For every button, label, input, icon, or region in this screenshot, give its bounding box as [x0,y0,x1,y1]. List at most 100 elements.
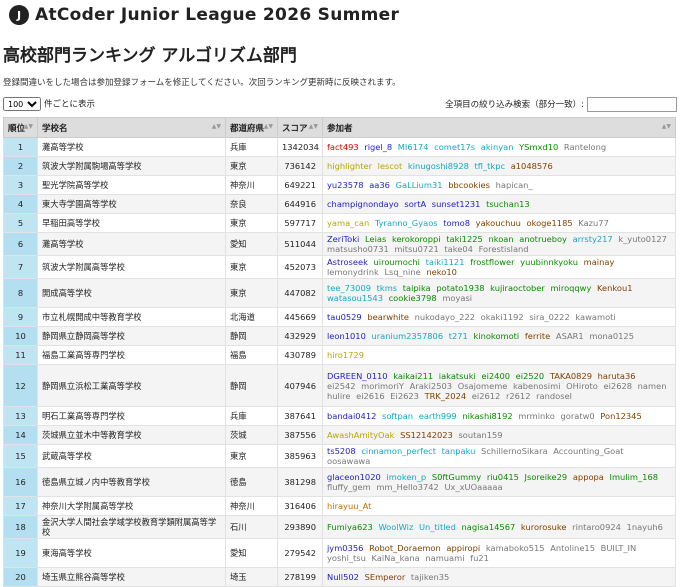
member-link[interactable]: WoolWiz [378,522,413,532]
member-link[interactable]: taipika [403,283,431,293]
member-link[interactable]: Jsoreike29 [525,472,568,482]
column-header-prefecture[interactable]: 都道府県 ▲▼ [225,117,278,138]
member-link[interactable]: a1048576 [511,161,553,171]
member-link[interactable]: fluffy_gem [327,482,371,492]
member-link[interactable]: goratw0 [561,411,595,421]
member-link[interactable]: Accounting_Goat [553,446,623,456]
member-link[interactable]: rintaro0924 [572,522,621,532]
member-link[interactable]: nukodayo_222 [415,312,475,322]
member-link[interactable]: S0ftGummy [432,472,481,482]
member-link[interactable]: Forestisland [479,244,529,254]
member-link[interactable]: leon1010 [327,331,366,341]
member-link[interactable]: KaiNa_kana [372,553,420,563]
member-link[interactable]: softpan [382,411,413,421]
site-logo-icon[interactable]: J [9,5,29,25]
member-link[interactable]: kabenosimi [513,381,560,391]
member-link[interactable]: mainay [584,257,615,267]
member-link[interactable]: AwashAmityOak [327,430,394,440]
member-link[interactable]: lemonydrink [327,267,379,277]
member-link[interactable]: matsusho0731 [327,244,389,254]
member-link[interactable]: yu23578 [327,180,364,190]
member-link[interactable]: mm_Hello3742 [376,482,438,492]
member-link[interactable]: kamaboko515 [486,543,545,553]
member-link[interactable]: yoshi_tsu [327,553,366,563]
column-header-members[interactable]: 参加者 ▲▼ [322,117,676,138]
member-link[interactable]: Rantelong [564,142,606,152]
member-link[interactable]: take04 [444,244,473,254]
member-link[interactable]: Ei2623 [390,391,419,401]
member-link[interactable]: sortA [404,199,426,209]
member-link[interactable]: uranium2357806 [372,331,444,341]
member-link[interactable]: kinugoshi8928 [408,161,469,171]
member-link[interactable]: YSmxd10 [519,142,558,152]
member-link[interactable]: SEmperor [365,572,406,582]
member-link[interactable]: kurorosuke [521,522,567,532]
member-link[interactable]: akinyan [481,142,514,152]
member-link[interactable]: uiroumochi [374,257,420,267]
member-link[interactable]: Fumiya623 [327,522,373,532]
member-link[interactable]: haruta36 [598,371,636,381]
member-link[interactable]: Astroseek [327,257,368,267]
member-link[interactable]: nikashi8192 [462,411,512,421]
member-link[interactable]: r2612 [506,391,531,401]
member-link[interactable]: appiropi [446,543,480,553]
member-link[interactable]: aa36 [369,180,390,190]
member-link[interactable]: anotrueboy [519,234,567,244]
member-link[interactable]: yuubinnkyoku [520,257,578,267]
member-link[interactable]: 1nayuh6 [627,522,663,532]
member-link[interactable]: Robot_Doraemon [369,543,441,553]
member-link[interactable]: sira_0222 [529,312,569,322]
member-link[interactable]: ASAR1 [556,331,584,341]
column-header-school[interactable]: 学校名 ▲▼ [37,117,226,138]
member-link[interactable]: tee_73009 [327,283,371,293]
member-link[interactable]: kawamoti [575,312,615,322]
member-link[interactable]: tsuchan13 [486,199,530,209]
member-link[interactable]: TAKA0829 [550,371,592,381]
member-link[interactable]: ei2400 [481,371,510,381]
member-link[interactable]: oosawawa [327,456,370,466]
member-link[interactable]: ei2612 [472,391,501,401]
member-link[interactable]: taiki1121 [426,257,465,267]
member-link[interactable]: champignondayo [327,199,399,209]
search-input[interactable] [587,96,677,112]
member-link[interactable]: Ux_xUOaaaaa [444,482,502,492]
member-link[interactable]: k_yuto0127 [618,234,667,244]
member-link[interactable]: cookie3798 [389,293,437,303]
member-link[interactable]: yakouchuu [476,218,521,228]
member-link[interactable]: Osajomeme [458,381,508,391]
member-link[interactable]: lescot [378,161,403,171]
member-link[interactable]: glaceon1020 [327,472,381,482]
member-link[interactable]: Un_titled [419,522,456,532]
member-link[interactable]: arrsty217 [573,234,613,244]
member-link[interactable]: kinokomoti [473,331,519,341]
member-link[interactable]: neko10 [426,267,457,277]
member-link[interactable]: miroqqwy [550,283,591,293]
member-link[interactable]: Null502 [327,572,359,582]
member-link[interactable]: kaikai211 [393,371,433,381]
column-header-rank[interactable]: 順位 ▲▼ [3,117,38,138]
member-link[interactable]: ei2616 [356,391,385,401]
member-link[interactable]: hirayuu_At [327,501,371,511]
member-link[interactable]: tau0529 [327,312,362,322]
member-link[interactable]: Tyranno_Gyaos [375,218,438,228]
member-link[interactable]: SchillernoSikara [481,446,548,456]
member-link[interactable]: Kazu77 [578,218,609,228]
member-link[interactable]: Kenkou1 [597,283,633,293]
member-link[interactable]: mitsu0721 [394,244,438,254]
member-link[interactable]: hiro1729 [327,350,364,360]
member-link[interactable]: kerokoroppi [392,234,441,244]
member-link[interactable]: Antoline15 [550,543,595,553]
member-link[interactable]: nkoan [488,234,513,244]
member-link[interactable]: potato1938 [436,283,484,293]
member-link[interactable]: nagisa14567 [462,522,516,532]
member-link[interactable]: jym0356 [327,543,363,553]
member-link[interactable]: mona0125 [589,331,634,341]
member-link[interactable]: Araki2503 [410,381,452,391]
member-link[interactable]: bbcookies [448,180,490,190]
member-link[interactable]: SS12142023 [400,430,453,440]
member-link[interactable]: Lsq_nine [384,267,420,277]
member-link[interactable]: tajiken35 [411,572,449,582]
member-link[interactable]: earth999 [419,411,457,421]
member-link[interactable]: morimoriY [361,381,404,391]
member-link[interactable]: BUILT_IN [601,543,637,553]
